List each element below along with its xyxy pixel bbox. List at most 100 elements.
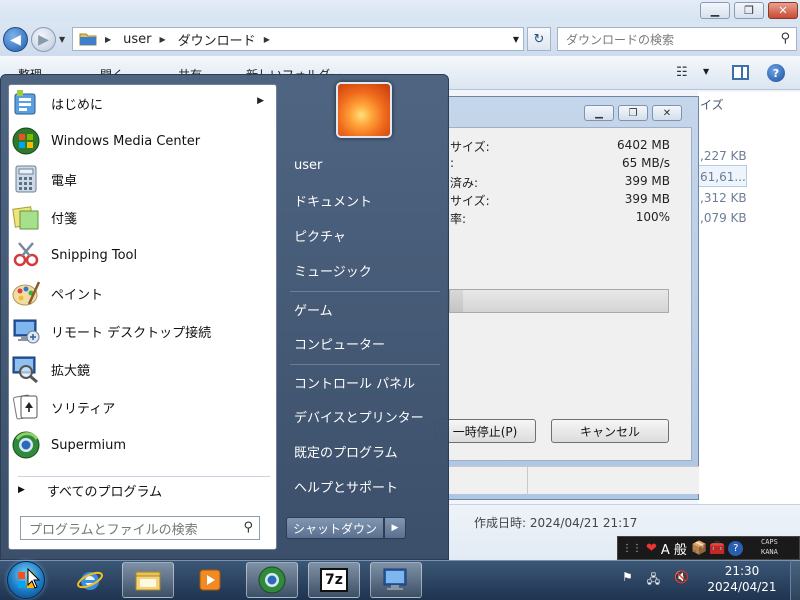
- mouse-cursor-icon: [27, 568, 41, 589]
- taskbar-media-player[interactable]: [184, 562, 236, 598]
- sticky-notes-icon: [10, 201, 42, 233]
- breadcrumb-separator[interactable]: ▶: [160, 35, 166, 44]
- program-magnifier[interactable]: 拡大鏡: [10, 351, 272, 387]
- help-icon[interactable]: ?: [767, 64, 785, 82]
- stat-value: 100%: [635, 210, 670, 224]
- program-label: Snipping Tool: [51, 247, 138, 263]
- search-placeholder: ダウンロードの検索: [566, 32, 675, 47]
- file-size: 61,61...: [700, 170, 746, 184]
- help-support-link[interactable]: ヘルプとサポート: [286, 471, 444, 501]
- taskbar-7zip[interactable]: 7z: [308, 562, 360, 598]
- snipping-tool-icon: [10, 239, 42, 271]
- dialog-minimize-button[interactable]: ▁: [584, 105, 614, 121]
- ime-help-icon[interactable]: ?: [728, 540, 744, 556]
- address-dropdown[interactable]: ▼: [513, 35, 519, 44]
- taskbar-explorer[interactable]: [122, 562, 174, 598]
- 7zip-icon: 7z: [320, 568, 348, 592]
- program-label: 電卓: [51, 173, 78, 189]
- maximize-button[interactable]: ❐: [734, 2, 764, 19]
- user-picture[interactable]: [336, 82, 392, 138]
- refresh-button[interactable]: ↻: [527, 27, 551, 51]
- forward-button[interactable]: ▶: [31, 27, 56, 52]
- size-column-header[interactable]: イズ: [700, 96, 724, 113]
- kana-label: KANA: [761, 548, 778, 556]
- back-button[interactable]: ◀: [3, 27, 28, 52]
- progress-bar: [449, 289, 669, 313]
- volume-muted-icon[interactable]: 🔇: [674, 570, 689, 591]
- all-programs-button[interactable]: ▶ すべてのプログラム: [14, 480, 272, 500]
- clock-date: 2024/04/21: [707, 580, 777, 594]
- documents-link[interactable]: ドキュメント: [286, 185, 444, 215]
- program-solitaire[interactable]: ソリティア: [10, 389, 272, 425]
- program-calculator[interactable]: 電卓: [10, 161, 272, 197]
- file-size: ,227 KB: [700, 149, 747, 163]
- program-label: Windows Media Center: [51, 133, 201, 149]
- minimize-button[interactable]: ▁: [700, 2, 730, 19]
- ime-heart-icon[interactable]: ❤: [646, 541, 657, 556]
- program-sticky-notes[interactable]: 付箋: [10, 199, 272, 235]
- pictures-link[interactable]: ピクチャ: [286, 220, 444, 250]
- menu-separator: [290, 364, 440, 365]
- program-label: 付箋: [51, 211, 78, 227]
- computer-link[interactable]: コンピューター: [286, 328, 444, 358]
- search-input[interactable]: ダウンロードの検索 ⚲: [557, 27, 797, 51]
- breadcrumb-separator[interactable]: ▶: [264, 35, 270, 44]
- show-desktop-button[interactable]: [790, 560, 800, 600]
- taskbar-supermium[interactable]: [246, 562, 298, 598]
- getting-started-icon: [10, 87, 42, 119]
- taskbar-internet-explorer[interactable]: [64, 562, 116, 598]
- view-options-icon[interactable]: ☷: [676, 65, 688, 80]
- clock[interactable]: 21:30 2024/04/21: [700, 563, 784, 595]
- breadcrumb-downloads[interactable]: ダウンロード: [178, 30, 256, 49]
- search-icon[interactable]: ⚲: [780, 31, 790, 46]
- supermium-icon: [258, 566, 286, 594]
- remote-desktop-icon: [383, 568, 407, 590]
- program-remote-desktop[interactable]: リモート デスクトップ接続: [10, 313, 272, 349]
- pause-button[interactable]: 一時停止(P): [434, 419, 536, 443]
- close-button[interactable]: ✕: [768, 2, 798, 19]
- program-label: 拡大鏡: [51, 363, 91, 379]
- ime-pad-icon[interactable]: 📦: [691, 541, 707, 556]
- expand-arrow-icon: ▶: [18, 485, 25, 495]
- dialog-close-button[interactable]: ✕: [652, 105, 682, 121]
- address-bar[interactable]: ▶ user ▶ ダウンロード ▶ ▼: [72, 27, 524, 51]
- program-label: リモート デスクトップ接続: [51, 325, 212, 341]
- program-getting-started[interactable]: はじめに ▶: [10, 85, 272, 121]
- created-date: 作成日時: 2024/04/21 21:17: [474, 516, 638, 530]
- dialog-maximize-button[interactable]: ❐: [618, 105, 648, 121]
- program-supermium[interactable]: Supermium: [10, 427, 272, 463]
- stat-value: 65 MB/s: [622, 156, 670, 170]
- program-snipping-tool[interactable]: Snipping Tool: [10, 237, 272, 273]
- devices-printers-link[interactable]: デバイスとプリンター: [286, 401, 444, 431]
- breadcrumb-user[interactable]: user: [123, 32, 151, 47]
- preview-pane-button[interactable]: [732, 65, 749, 80]
- address-row: ◀ ▶ ▼ ▶ user ▶ ダウンロード ▶ ▼ ↻ ダウンロードの検索 ⚲: [0, 22, 800, 56]
- caps-label: CAPS: [761, 538, 778, 546]
- taskbar-remote-desktop[interactable]: [370, 562, 422, 598]
- program-paint[interactable]: ペイント: [10, 275, 272, 311]
- cancel-button[interactable]: キャンセル: [551, 419, 669, 443]
- ime-input-mode[interactable]: A 般: [661, 539, 687, 558]
- caps-kana-indicator: CAPS KANA: [761, 537, 778, 557]
- solitaire-icon: [10, 391, 42, 423]
- ime-grip-icon[interactable]: ⋮⋮: [622, 543, 642, 554]
- control-panel-link[interactable]: コントロール パネル: [286, 367, 444, 397]
- stat-value: 6402 MB: [617, 138, 670, 152]
- supermium-icon: [10, 429, 42, 461]
- music-link[interactable]: ミュージック: [286, 255, 444, 285]
- user-folder-link[interactable]: user: [286, 150, 444, 180]
- start-search-input[interactable]: プログラムとファイルの検索 ⚲: [20, 516, 260, 540]
- games-link[interactable]: ゲーム: [286, 294, 444, 324]
- default-programs-link[interactable]: 既定のプログラム: [286, 436, 444, 466]
- view-dropdown[interactable]: ▼: [703, 67, 709, 76]
- recent-pages-dropdown[interactable]: ▼: [59, 35, 65, 44]
- program-media-center[interactable]: Windows Media Center: [10, 123, 272, 159]
- action-center-flag-icon[interactable]: ⚑: [622, 570, 633, 591]
- explorer-icon: [135, 571, 161, 591]
- shutdown-button[interactable]: シャットダウン: [286, 517, 384, 539]
- network-icon[interactable]: 🖧: [647, 570, 660, 591]
- ime-tools-icon[interactable]: 🧰: [709, 541, 725, 556]
- program-label: ソリティア: [51, 401, 116, 417]
- shutdown-options-arrow-icon[interactable]: ▶: [384, 517, 406, 539]
- stat-value: 399 MB: [624, 192, 670, 206]
